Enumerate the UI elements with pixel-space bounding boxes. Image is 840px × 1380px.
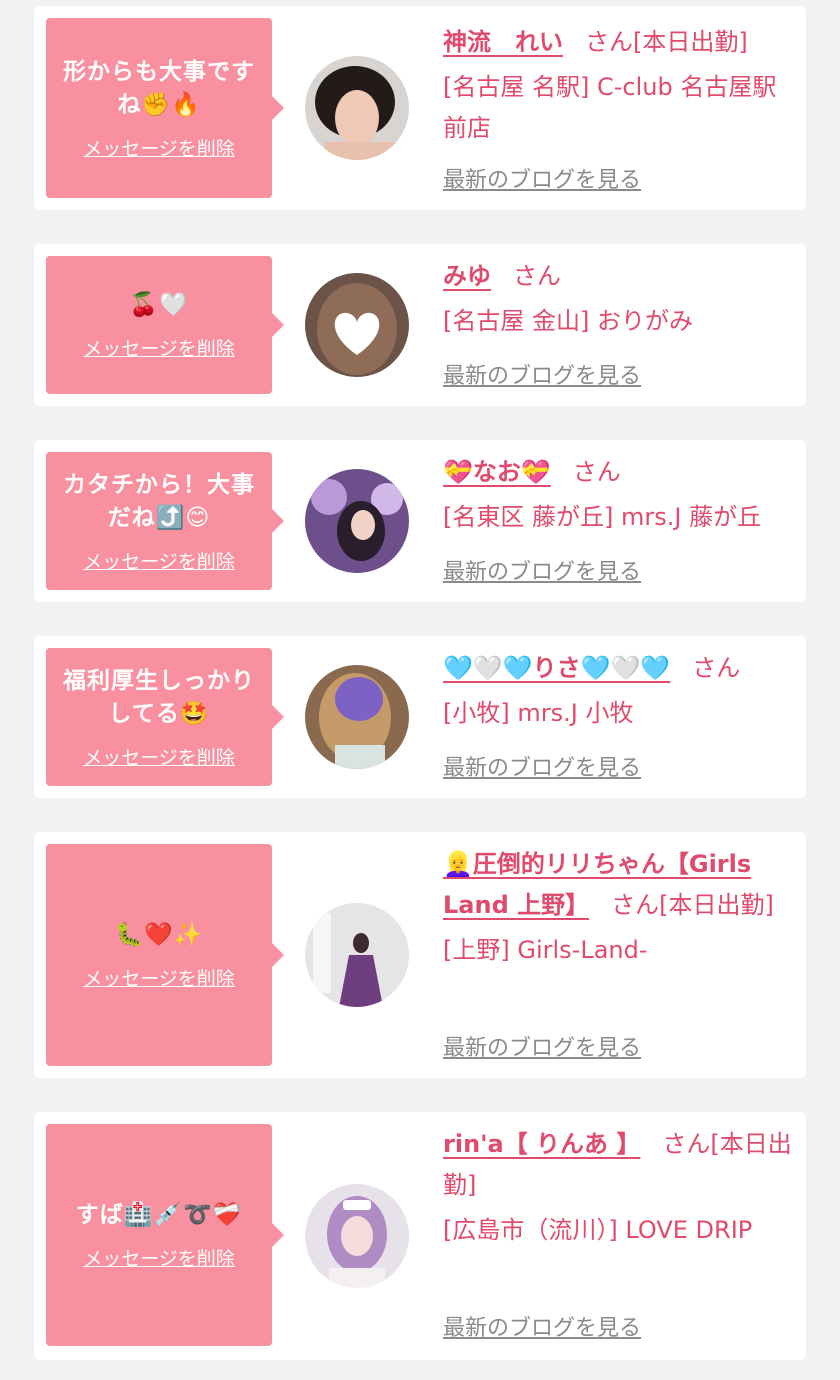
message-card: すば🏥💉➰❤️‍🩹 メッセージを削除 rin'a【 りんあ 】さん[本日出勤] …	[34, 1112, 806, 1360]
profile-name-link[interactable]: rin'a【 りんあ 】	[443, 1130, 640, 1158]
message-card: 🐛❤️✨ メッセージを削除 👱‍♀️圧倒的リリちゃん【Girls Land 上野…	[34, 832, 806, 1078]
message-text: 福利厚生しっかりしてる🤩	[63, 667, 255, 727]
delete-message-link[interactable]: メッセージを削除	[83, 547, 235, 574]
message-bubble: カタチから！大事だね⤴️😊 メッセージを削除	[46, 452, 284, 590]
profile-info: 🩵🤍🩵りさ🩵🤍🩵 さん [小牧] mrs.J 小牧	[443, 648, 793, 734]
message-bubble: 🐛❤️✨ メッセージを削除	[46, 844, 284, 1066]
message-card: カタチから！大事だね⤴️😊 メッセージを削除 💝なお💝 さん [名東区 藤が丘] …	[34, 440, 806, 602]
profile-info: みゆ さん [名古屋 金山] おりがみ	[443, 256, 793, 342]
avatar-photo	[305, 469, 409, 573]
profile-info: 👱‍♀️圧倒的リリちゃん【Girls Land 上野】 さん[本日出勤] [上野]…	[443, 844, 793, 971]
avatar[interactable]	[305, 56, 409, 160]
shop-name: [名東区 藤が丘] mrs.J 藤が丘	[443, 503, 762, 531]
avatar[interactable]	[305, 903, 409, 1007]
avatar[interactable]	[305, 665, 409, 769]
profile-info: rin'a【 りんあ 】さん[本日出勤] [広島市（流川）] LOVE DRIP	[443, 1124, 793, 1251]
avatar-photo	[305, 56, 409, 160]
avatar[interactable]	[305, 469, 409, 573]
avatar-photo	[305, 273, 409, 377]
avatar[interactable]	[305, 273, 409, 377]
latest-blog-link[interactable]: 最新のブログを見る	[443, 162, 641, 194]
profile-name-link[interactable]: 💝なお💝	[443, 458, 551, 486]
message-text: 形からも大事ですね✊🔥	[63, 58, 255, 118]
profile-name-link[interactable]: 🩵🤍🩵りさ🩵🤍🩵	[443, 654, 670, 682]
honorific: さん[本日出勤]	[585, 28, 748, 56]
shop-name: [広島市（流川）] LOVE DRIP	[443, 1216, 753, 1244]
delete-message-link[interactable]: メッセージを削除	[83, 334, 235, 361]
delete-message-link[interactable]: メッセージを削除	[83, 1244, 235, 1271]
message-text: 🐛❤️✨	[114, 922, 204, 948]
avatar-photo	[305, 903, 409, 1007]
profile-info: 💝なお💝 さん [名東区 藤が丘] mrs.J 藤が丘	[443, 452, 793, 538]
shop-name: [小牧] mrs.J 小牧	[443, 699, 634, 727]
delete-message-link[interactable]: メッセージを削除	[83, 743, 235, 770]
profile-info: 神流 れい さん[本日出勤] [名古屋 名駅] C-club 名古屋駅前店	[443, 22, 793, 149]
latest-blog-link[interactable]: 最新のブログを見る	[443, 554, 641, 586]
honorific: さん	[572, 458, 621, 486]
message-text: カタチから！大事だね⤴️😊	[63, 471, 255, 531]
message-bubble: 形からも大事ですね✊🔥 メッセージを削除	[46, 18, 284, 198]
message-text: すば🏥💉➰❤️‍🩹	[75, 1202, 243, 1228]
shop-name: [上野] Girls-Land-	[443, 936, 648, 964]
message-card: 形からも大事ですね✊🔥 メッセージを削除 神流 れい さん[本日出勤] [名古屋 …	[34, 6, 806, 210]
message-card: 福利厚生しっかりしてる🤩 メッセージを削除 🩵🤍🩵りさ🩵🤍🩵 さん [小牧] mr…	[34, 636, 806, 798]
message-text: 🍒🤍	[129, 292, 189, 318]
honorific: さん	[513, 262, 561, 290]
honorific: さん	[692, 654, 741, 682]
latest-blog-link[interactable]: 最新のブログを見る	[443, 1310, 641, 1342]
avatar[interactable]	[305, 1184, 409, 1288]
latest-blog-link[interactable]: 最新のブログを見る	[443, 358, 641, 390]
delete-message-link[interactable]: メッセージを削除	[83, 964, 235, 991]
latest-blog-link[interactable]: 最新のブログを見る	[443, 1030, 641, 1062]
honorific: さん[本日出勤]	[611, 891, 774, 919]
profile-name-link[interactable]: 神流 れい	[443, 28, 563, 56]
message-card: 🍒🤍 メッセージを削除 みゆ さん [名古屋 金山] おりがみ 最新のブログを見る	[34, 244, 806, 406]
latest-blog-link[interactable]: 最新のブログを見る	[443, 750, 641, 782]
message-bubble: 福利厚生しっかりしてる🤩 メッセージを削除	[46, 648, 284, 786]
avatar-photo	[305, 665, 409, 769]
message-bubble: 🍒🤍 メッセージを削除	[46, 256, 284, 394]
avatar-photo	[305, 1184, 409, 1288]
shop-name: [名古屋 金山] おりがみ	[443, 307, 693, 335]
profile-name-link[interactable]: みゆ	[443, 262, 491, 290]
shop-name: [名古屋 名駅] C-club 名古屋駅前店	[443, 73, 777, 142]
message-bubble: すば🏥💉➰❤️‍🩹 メッセージを削除	[46, 1124, 284, 1346]
delete-message-link[interactable]: メッセージを削除	[83, 134, 235, 161]
